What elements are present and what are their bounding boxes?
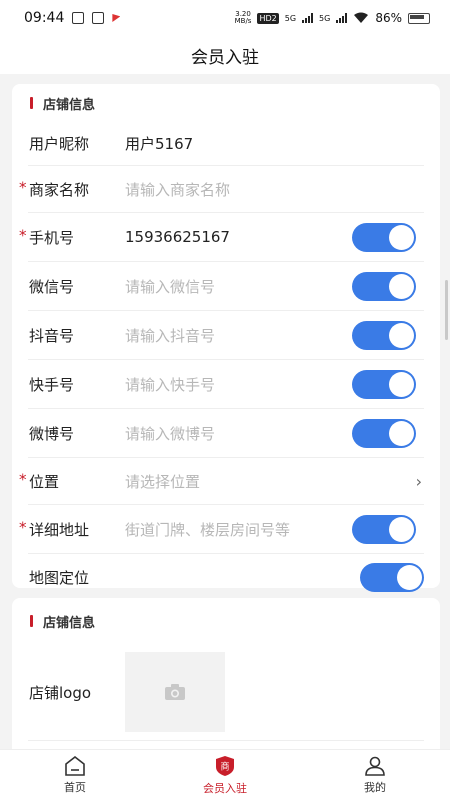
row-kuaishou: 快手号 请输入快手号 bbox=[28, 360, 424, 409]
required-mark: * bbox=[19, 178, 27, 197]
shop-info-card: 店铺信息 用户昵称 用户5167 * 商家名称 请输入商家名称 * 手机号 15… bbox=[12, 84, 440, 592]
message-icon bbox=[92, 12, 105, 24]
tab-label: 会员入驻 bbox=[203, 781, 247, 795]
merchant-name-label: 商家名称 bbox=[29, 180, 90, 199]
required-mark: * bbox=[19, 470, 27, 489]
address-label: 详细地址 bbox=[29, 520, 90, 539]
signal-icon-2 bbox=[336, 13, 348, 23]
tab-label: 我的 bbox=[364, 780, 386, 794]
weibo-label: 微博号 bbox=[29, 424, 75, 443]
page-title: 会员入驻 bbox=[191, 47, 259, 68]
toggle-knob bbox=[389, 322, 414, 348]
map-location-toggle[interactable] bbox=[360, 562, 424, 592]
shop-badge-icon: 商 bbox=[216, 755, 234, 776]
location-label: 位置 bbox=[29, 472, 60, 491]
required-mark: * bbox=[19, 226, 27, 245]
shop-logo-label: 店铺logo bbox=[29, 683, 92, 702]
map-location-label: 地图定位 bbox=[29, 568, 90, 587]
phone-input[interactable]: 15936625167 bbox=[125, 228, 352, 246]
shop-info-card-2: 店铺信息 店铺logo bbox=[12, 598, 440, 768]
wechat-toggle[interactable] bbox=[352, 271, 416, 301]
logo-upload-button[interactable] bbox=[125, 652, 225, 732]
phone-label: 手机号 bbox=[29, 228, 75, 247]
wechat-label: 微信号 bbox=[29, 277, 75, 296]
notification-icon bbox=[72, 12, 85, 24]
battery-icon bbox=[408, 12, 430, 24]
row-divider bbox=[28, 740, 424, 741]
camera-icon bbox=[165, 684, 185, 700]
hd-badge: HD2 bbox=[257, 12, 279, 24]
required-mark: * bbox=[19, 518, 27, 537]
kuaishou-toggle[interactable] bbox=[352, 369, 416, 399]
toggle-knob bbox=[389, 420, 414, 446]
toggle-knob bbox=[389, 371, 414, 397]
nickname-value: 用户5167 bbox=[125, 135, 194, 153]
kuaishou-label: 快手号 bbox=[29, 375, 75, 394]
toggle-knob bbox=[389, 273, 414, 299]
merchant-name-input[interactable]: 请输入商家名称 bbox=[125, 179, 424, 200]
status-bar: 09:44 3.20 MB/s HD2 5G 5G 86% bbox=[0, 0, 450, 36]
section-accent-bar bbox=[30, 615, 33, 627]
status-time: 09:44 bbox=[24, 10, 65, 26]
scrollbar[interactable] bbox=[445, 280, 448, 340]
douyin-input[interactable]: 请输入抖音号 bbox=[125, 325, 352, 346]
wifi-icon bbox=[354, 12, 369, 23]
battery-percent: 86% bbox=[375, 11, 402, 25]
section-title: 店铺信息 bbox=[43, 97, 96, 113]
chevron-right-icon: › bbox=[415, 471, 422, 491]
tab-member-join[interactable]: 商 会员入驻 bbox=[150, 750, 300, 800]
net-speed: 3.20 MB/s bbox=[234, 10, 252, 25]
row-map-location: 地图定位 bbox=[28, 554, 424, 600]
row-douyin: 抖音号 请输入抖音号 bbox=[28, 311, 424, 360]
toggle-knob bbox=[389, 224, 414, 250]
address-input[interactable]: 街道门牌、楼层房间号等 bbox=[125, 519, 352, 540]
kuaishou-input[interactable]: 请输入快手号 bbox=[125, 374, 352, 395]
flag-icon bbox=[112, 14, 121, 22]
home-icon bbox=[65, 755, 85, 776]
wechat-input[interactable]: 请输入微信号 bbox=[125, 276, 352, 297]
weibo-input[interactable]: 请输入微博号 bbox=[125, 423, 352, 444]
tab-home[interactable]: 首页 bbox=[0, 750, 150, 800]
row-location[interactable]: * 位置 请选择位置 › bbox=[19, 458, 424, 505]
row-nickname: 用户昵称 用户5167 bbox=[28, 122, 424, 166]
location-picker[interactable]: 请选择位置 bbox=[125, 471, 416, 492]
page-header: 会员入驻 bbox=[0, 36, 450, 74]
signal-icon bbox=[302, 13, 314, 23]
row-shop-logo: 店铺logo bbox=[28, 644, 424, 740]
weibo-toggle[interactable] bbox=[352, 418, 416, 448]
svg-text:商: 商 bbox=[220, 760, 229, 772]
toggle-knob bbox=[397, 564, 422, 590]
address-toggle[interactable] bbox=[352, 514, 416, 544]
row-wechat: 微信号 请输入微信号 bbox=[28, 262, 424, 311]
row-address: * 详细地址 街道门牌、楼层房间号等 bbox=[19, 505, 424, 554]
section-header: 店铺信息 bbox=[12, 598, 440, 644]
row-phone: * 手机号 15936625167 bbox=[19, 213, 424, 262]
douyin-label: 抖音号 bbox=[29, 326, 75, 345]
phone-toggle[interactable] bbox=[352, 222, 416, 252]
user-icon bbox=[365, 756, 385, 776]
row-merchant-name[interactable]: * 商家名称 请输入商家名称 bbox=[19, 166, 424, 213]
toggle-knob bbox=[389, 516, 414, 542]
tab-label: 首页 bbox=[64, 780, 86, 794]
net2-label: 5G bbox=[319, 13, 331, 23]
section-header: 店铺信息 bbox=[12, 84, 440, 122]
nickname-label: 用户昵称 bbox=[29, 135, 90, 153]
section-title: 店铺信息 bbox=[43, 615, 96, 631]
section-accent-bar bbox=[30, 97, 33, 109]
row-weibo: 微博号 请输入微博号 bbox=[28, 409, 424, 458]
tab-mine[interactable]: 我的 bbox=[300, 750, 450, 800]
douyin-toggle[interactable] bbox=[352, 320, 416, 350]
net1-label: 5G bbox=[284, 13, 297, 23]
bottom-tab-bar: 首页 商 会员入驻 我的 bbox=[0, 749, 450, 800]
